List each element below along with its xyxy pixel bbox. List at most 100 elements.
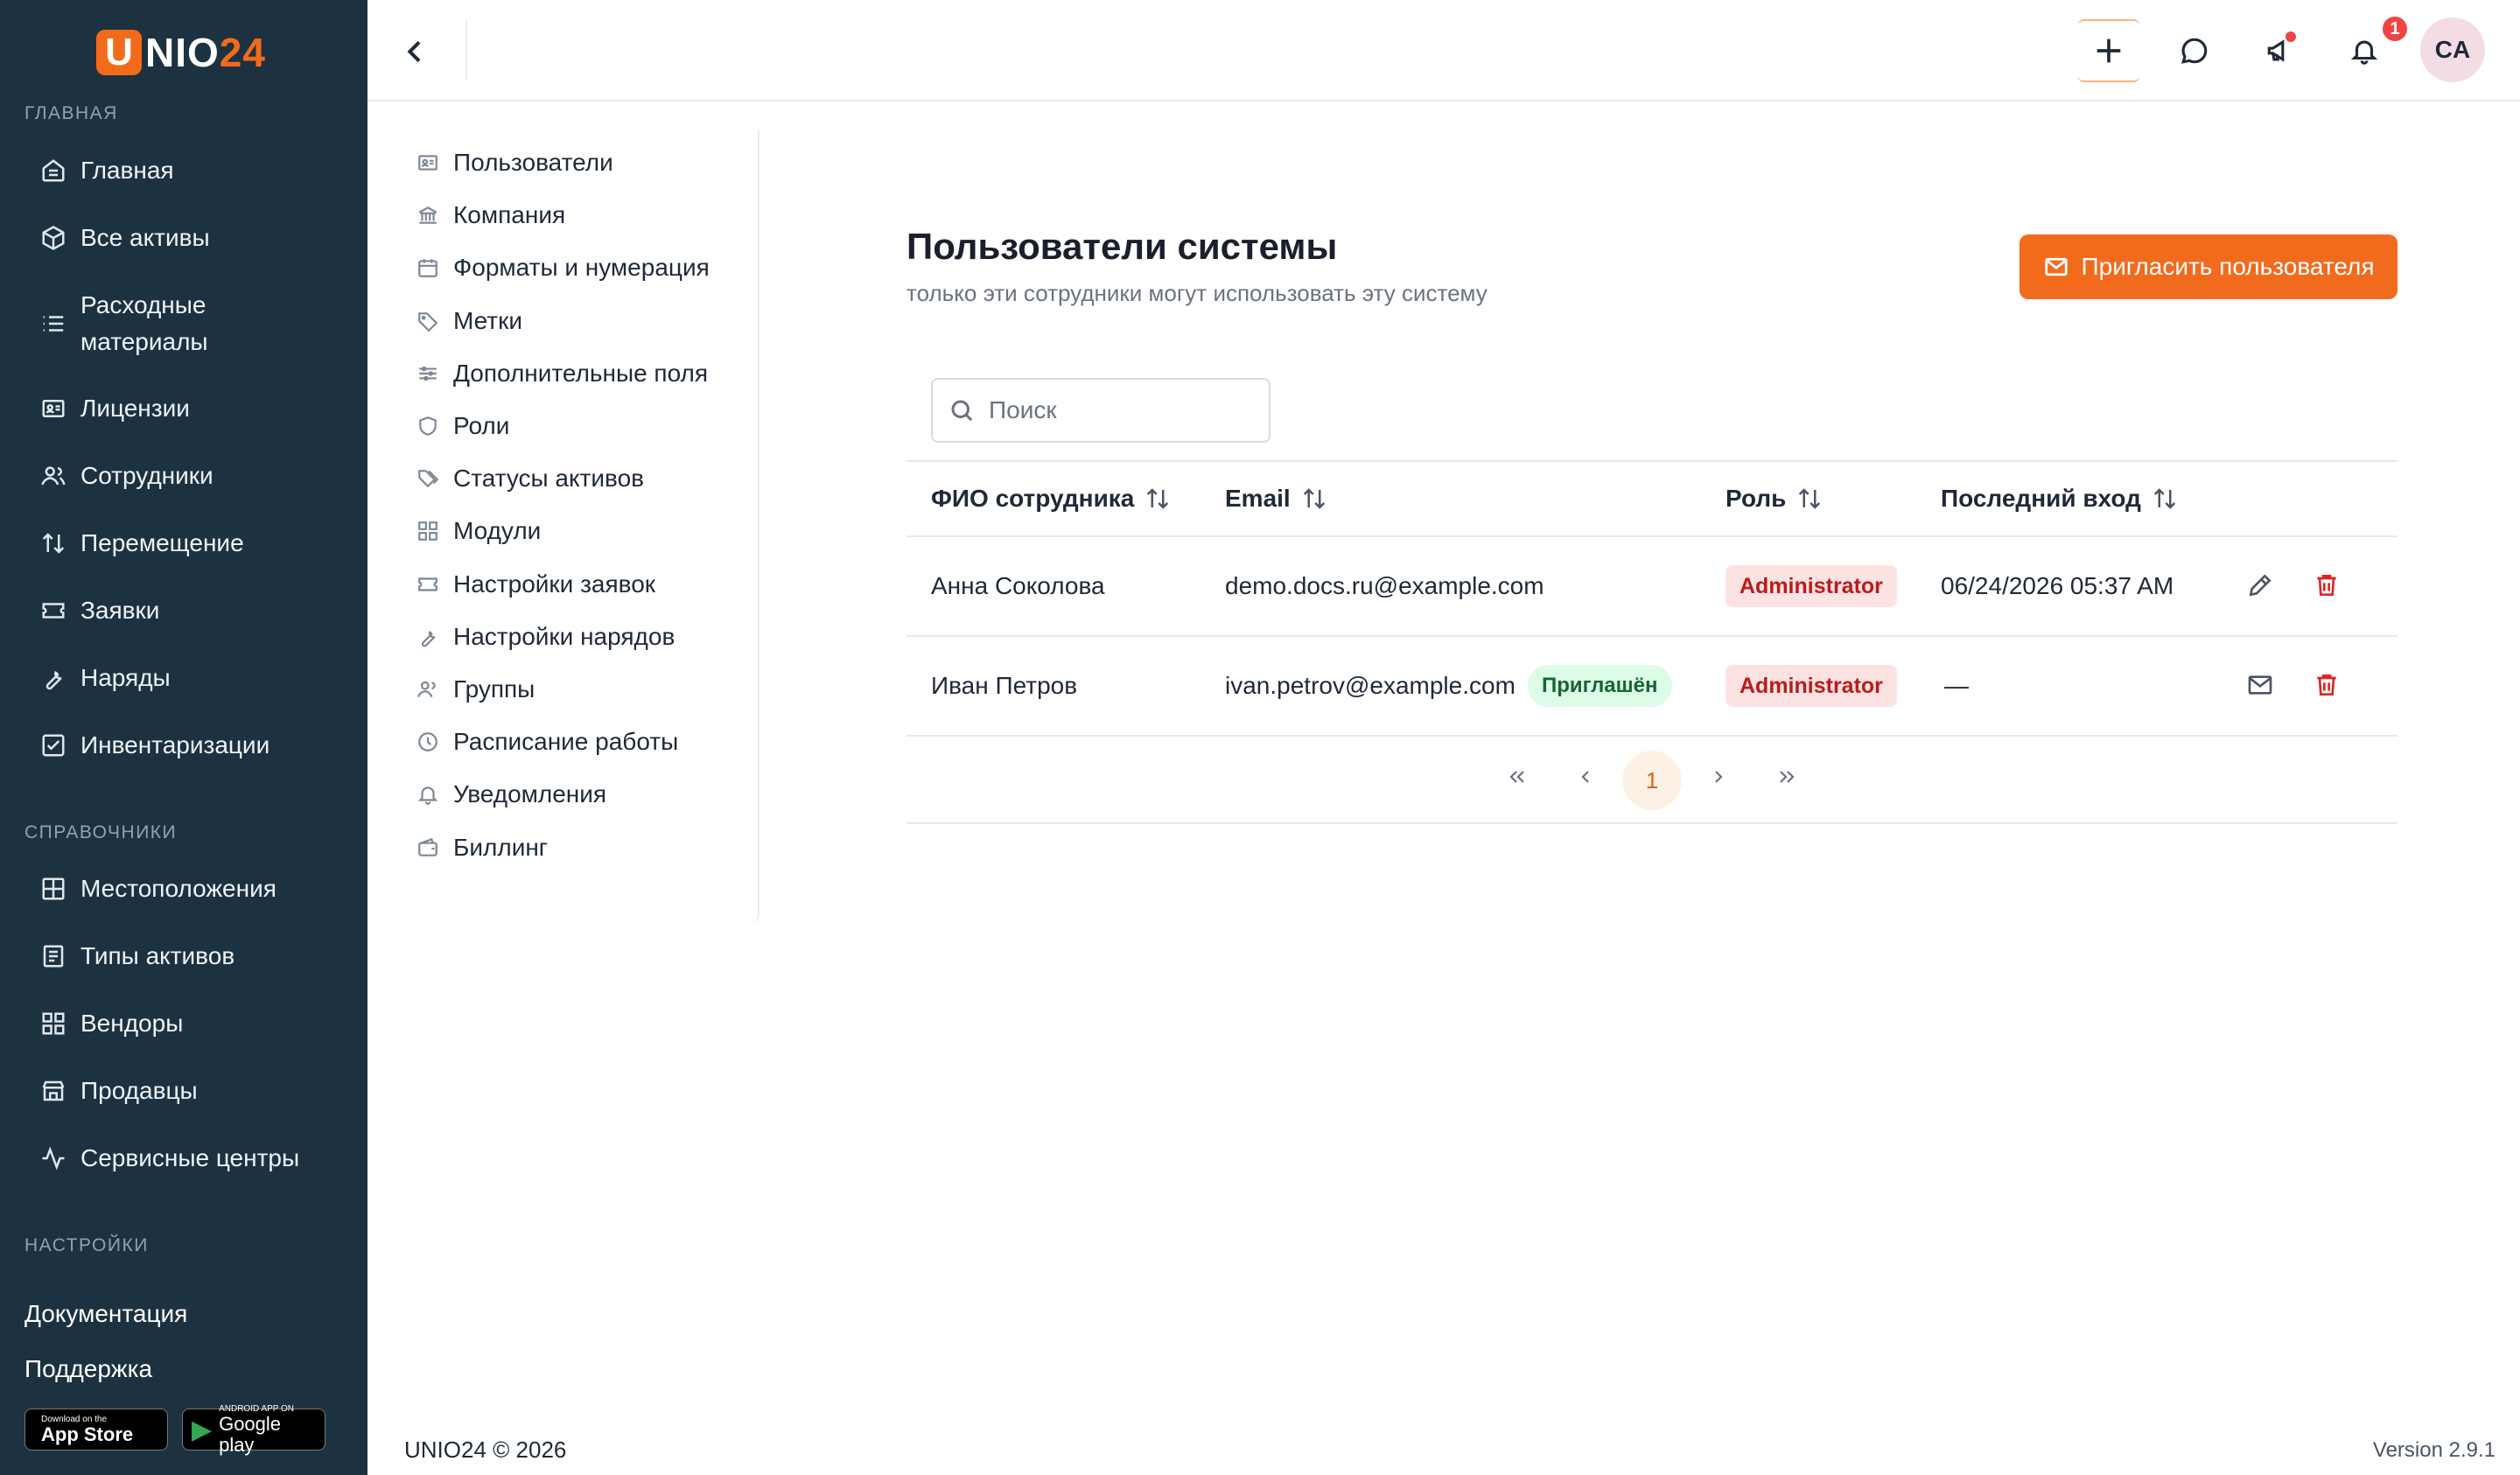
sort-icon[interactable]: [2152, 486, 2178, 512]
sidebar-item-service-centers[interactable]: Сервисные центры: [38, 1143, 299, 1173]
wrench-icon: [415, 624, 441, 650]
settings-nav-item-3[interactable]: Форматы и нумерация: [415, 254, 710, 282]
chevron-left-icon: [1581, 771, 1589, 783]
settings-nav-label: Биллинг: [453, 833, 549, 861]
footer-copyright: UNIO24 © 2026: [404, 1437, 567, 1463]
delete-user-button[interactable]: [2308, 567, 2345, 604]
sort-icon[interactable]: [1144, 486, 1171, 512]
settings-nav-item-4[interactable]: Метки: [415, 307, 522, 335]
settings-nav-item-12[interactable]: Расписание работы: [415, 728, 678, 756]
sidebar-item-licenses[interactable]: Лицензии: [38, 394, 190, 423]
settings-nav-label: Группы: [453, 675, 536, 703]
sidebar-item-requests[interactable]: Заявки: [38, 596, 159, 626]
edit-user-button[interactable]: [2242, 567, 2278, 604]
settings-nav-item-5[interactable]: Дополнительные поля: [415, 360, 708, 388]
settings-nav-item-11[interactable]: Группы: [415, 675, 535, 703]
settings-nav-item-9[interactable]: Настройки заявок: [415, 570, 655, 598]
section-label-main: ГЛАВНАЯ: [24, 103, 118, 123]
bank-icon: [415, 202, 441, 228]
first-page-button[interactable]: [1498, 758, 1536, 796]
cell-email: ivan.petrov@example.com: [1225, 672, 1516, 699]
chat-button[interactable]: [2170, 26, 2219, 75]
settings-nav-label: Расписание работы: [453, 728, 679, 756]
back-button[interactable]: [394, 30, 438, 73]
resend-invite-button[interactable]: [2242, 667, 2278, 703]
settings-nav-item-8[interactable]: Модули: [415, 517, 541, 545]
sidebar-item-sellers[interactable]: Продавцы: [38, 1076, 198, 1106]
modules-icon: [415, 518, 441, 544]
footer-version: Version 2.9.1: [2372, 1438, 2496, 1462]
calendar-icon: [415, 255, 441, 281]
settings-nav-item-7[interactable]: Статусы активов: [415, 465, 644, 493]
support-link[interactable]: Поддержка: [24, 1355, 152, 1383]
row-border: [906, 735, 2398, 737]
sidebar-item-consumables[interactable]: Расходные материалы: [38, 287, 273, 360]
settings-nav-item-14[interactable]: Биллинг: [415, 834, 548, 862]
sidebar-item-employees[interactable]: Сотрудники: [38, 461, 214, 491]
sidebar-item-all-assets[interactable]: Все активы: [38, 223, 210, 253]
app-store-badge[interactable]: Download on the App Store: [24, 1409, 168, 1451]
prev-page-button[interactable]: [1566, 758, 1605, 796]
search-icon: [951, 400, 973, 422]
plus-icon: [2096, 38, 2121, 63]
sidebar-item-label: Местоположения: [80, 875, 276, 902]
role-badge: Administrator: [1726, 565, 1897, 607]
list-icon: [38, 309, 68, 339]
sidebar-item-label: Наряды: [80, 664, 171, 691]
sidebar: U NIO24 ГЛАВНАЯ Главная Все активы Расхо…: [0, 0, 368, 1475]
page-title: Пользователи системы: [906, 226, 1338, 267]
sidebar-item-vendors[interactable]: Вендоры: [38, 1009, 183, 1038]
ticket-icon: [38, 596, 68, 626]
box-icon: [38, 223, 68, 253]
modules-icon: [38, 1009, 68, 1038]
invite-user-button[interactable]: Пригласить пользователя: [2020, 234, 2398, 299]
settings-nav-item-6[interactable]: Роли: [415, 412, 509, 440]
create-button[interactable]: [2077, 19, 2140, 82]
search-input[interactable]: [989, 396, 1251, 424]
sidebar-item-asset-types[interactable]: Типы активов: [38, 941, 234, 971]
sidebar-item-transfers[interactable]: Перемещение: [38, 528, 244, 558]
last-page-button[interactable]: [1768, 758, 1806, 796]
invite-user-label: Пригласить пользователя: [2081, 253, 2375, 280]
chevron-left-icon: [407, 40, 421, 63]
settings-nav-item-10[interactable]: Настройки нарядов: [415, 623, 675, 651]
clock-icon: [415, 729, 441, 755]
section-label-settings: НАСТРОЙКИ: [24, 1235, 149, 1255]
google-play-badge[interactable]: ▶ ANDROID APP ON Google play: [182, 1404, 326, 1455]
settings-nav-item-1[interactable]: Пользователи: [415, 149, 613, 177]
invited-status-badge: Приглашён: [1528, 665, 1672, 707]
sidebar-item-work-orders[interactable]: Наряды: [38, 663, 171, 693]
mail-icon: [2044, 257, 2068, 276]
next-page-button[interactable]: [1699, 758, 1738, 796]
trash-icon: [2317, 575, 2336, 596]
page-number-current[interactable]: 1: [1622, 751, 1682, 810]
store-icon: [38, 1076, 68, 1106]
settings-nav-label: Настройки нарядов: [453, 622, 676, 650]
tag-icon: [415, 308, 441, 334]
user-avatar[interactable]: CA: [2420, 17, 2485, 82]
sidebar-item-label: Продавцы: [80, 1077, 198, 1104]
settings-nav-item-2[interactable]: Компания: [415, 201, 565, 229]
sidebar-item-label: Лицензии: [80, 395, 190, 422]
bell-icon: [2350, 40, 2378, 65]
notification-count-badge: 1: [2380, 14, 2410, 44]
search-field[interactable]: [931, 378, 1270, 443]
pencil-icon: [2249, 574, 2272, 597]
settings-nav-item-13[interactable]: Уведомления: [415, 780, 606, 808]
trash-icon: [2317, 675, 2336, 696]
sidebar-item-label: Сервисные центры: [80, 1144, 300, 1171]
delete-user-button[interactable]: [2308, 667, 2345, 703]
settings-nav-label: Дополнительные поля: [453, 359, 709, 387]
documentation-link[interactable]: Документация: [24, 1300, 187, 1328]
app-logo[interactable]: U NIO24: [96, 26, 266, 79]
sort-icon[interactable]: [1301, 486, 1327, 512]
sliders-icon: [415, 360, 441, 387]
announcements-button[interactable]: [2256, 26, 2305, 75]
sidebar-item-home[interactable]: Главная: [38, 156, 174, 185]
role-badge: Administrator: [1726, 665, 1897, 707]
sort-icon[interactable]: [1796, 486, 1823, 512]
sidebar-item-inventories[interactable]: Инвентаризации: [38, 731, 270, 760]
chevrons-left-icon: [1509, 771, 1524, 783]
table-top-border: [906, 460, 2398, 462]
sidebar-item-locations[interactable]: Местоположения: [38, 874, 276, 904]
